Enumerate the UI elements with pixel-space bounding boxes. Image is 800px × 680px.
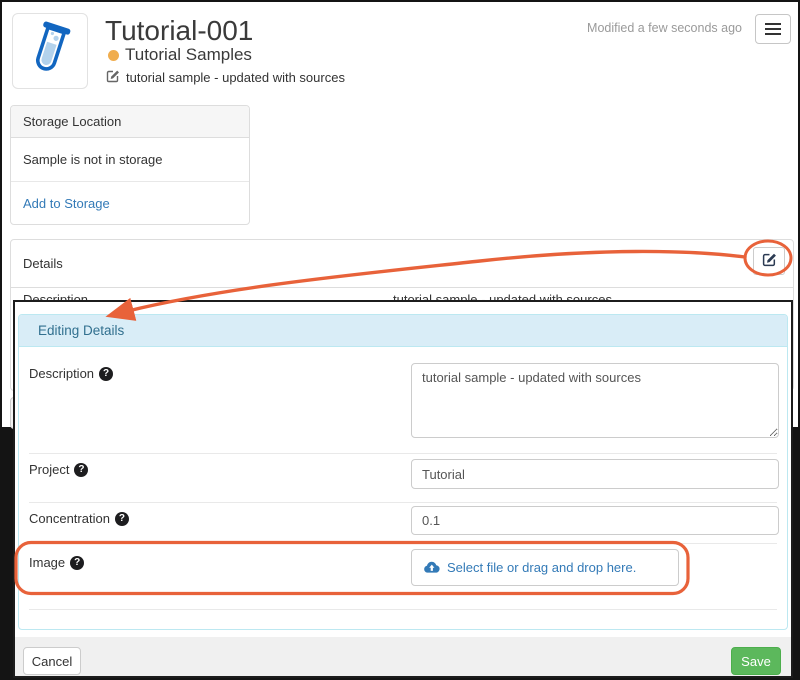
project-input[interactable]: [411, 459, 779, 489]
field-divider: [29, 453, 777, 454]
question-circle-icon[interactable]: ?: [115, 512, 129, 526]
image-field-label: Image ?: [29, 555, 84, 570]
description-textarea[interactable]: tutorial sample - updated with sources: [411, 363, 779, 438]
dialog-title: Editing Details: [19, 315, 787, 347]
field-divider: [29, 609, 777, 610]
save-button[interactable]: Save: [731, 647, 781, 675]
pencil-square-icon: [106, 69, 120, 86]
modified-timestamp: Modified a few seconds ago: [587, 21, 742, 35]
field-divider: [29, 502, 777, 503]
edit-details-button[interactable]: [753, 247, 785, 275]
dialog-panel: Editing Details Description ? tutorial s…: [18, 314, 788, 630]
screenshot-canvas: Tutorial-001 Tutorial Samples tutorial s…: [0, 0, 800, 680]
storage-status-text: Sample is not in storage: [11, 138, 249, 182]
question-circle-icon[interactable]: ?: [70, 556, 84, 570]
test-tube-icon: [19, 18, 81, 85]
description-field-label: Description ?: [29, 366, 113, 381]
sample-type-dot: [108, 50, 119, 61]
pencil-square-icon: [762, 252, 777, 270]
sample-type-label: Tutorial Samples: [125, 45, 252, 65]
field-divider: [29, 543, 777, 544]
concentration-field-label: Concentration ?: [29, 511, 129, 526]
header-description: tutorial sample - updated with sources: [106, 69, 345, 86]
storage-location-panel: Storage Location Sample is not in storag…: [10, 105, 250, 225]
file-dropzone[interactable]: Select file or drag and drop here.: [411, 549, 679, 586]
add-to-storage-link[interactable]: Add to Storage: [23, 196, 110, 211]
concentration-input[interactable]: [411, 506, 779, 535]
cancel-button[interactable]: Cancel: [23, 647, 81, 675]
storage-panel-title: Storage Location: [11, 106, 249, 138]
details-panel-title: Details: [23, 256, 63, 271]
dialog-footer: Cancel Save: [15, 637, 791, 676]
editing-details-dialog: Editing Details Description ? tutorial s…: [13, 300, 793, 678]
header-description-text: tutorial sample - updated with sources: [126, 70, 345, 85]
question-circle-icon[interactable]: ?: [99, 367, 113, 381]
cloud-upload-icon: [424, 560, 440, 576]
actions-menu-button[interactable]: [755, 14, 791, 44]
page-title: Tutorial-001: [105, 15, 253, 47]
project-field-label: Project ?: [29, 462, 88, 477]
question-circle-icon[interactable]: ?: [74, 463, 88, 477]
dropzone-text: Select file or drag and drop here.: [447, 560, 636, 575]
sample-avatar: [12, 13, 88, 89]
